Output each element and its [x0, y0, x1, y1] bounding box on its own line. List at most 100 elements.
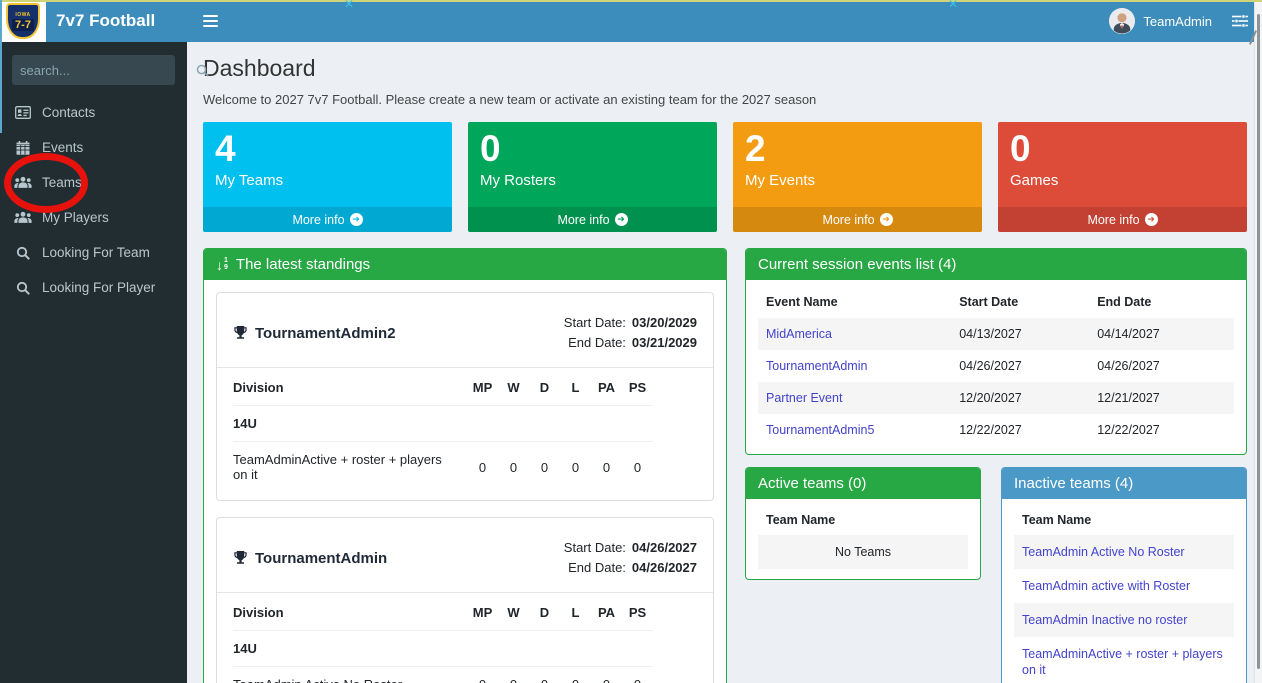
more-info-link[interactable]: More info ➜ [468, 207, 717, 232]
tournament-card-header: TournamentAdmin2 Start Date:03/20/2029 E… [217, 293, 713, 368]
annotation-top-line [0, 0, 1262, 2]
col-d: D [529, 380, 560, 395]
event-row: Partner Event 12/20/2027 12/21/2027 [758, 382, 1234, 414]
more-info-label: More info [1087, 213, 1139, 227]
event-row: TournamentAdmin 04/26/2027 04/26/2027 [758, 350, 1234, 382]
col-division: Division [233, 605, 467, 620]
content: Dashboard Welcome to 2027 7v7 Football. … [187, 42, 1262, 683]
col-d: D [529, 605, 560, 620]
col-end-date: End Date [1097, 295, 1226, 309]
stat-cell: 0 [467, 677, 498, 683]
start-date-value: 03/20/2029 [632, 313, 697, 333]
stat-cell: 0 [560, 460, 591, 475]
control-sidebar-toggle-icon[interactable] [1232, 14, 1248, 28]
inactive-teams-title: Inactive teams (4) [1014, 475, 1133, 492]
inactive-teams-table: Team Name TeamAdmin Active No Roster Tea… [1002, 499, 1246, 683]
team-row: TeamAdmin Active No Roster [1014, 535, 1234, 569]
search-icon [14, 246, 32, 260]
more-info-label: More info [292, 213, 344, 227]
event-row: TournamentAdmin5 12/22/2027 12/22/2027 [758, 414, 1234, 446]
tournament-name-label: TournamentAdmin2 [255, 325, 396, 342]
stat-card-my-teams: 4 My Teams More info➜ [203, 122, 452, 232]
inactive-teams-panel: Inactive teams (4) Team Name TeamAdmin A… [1001, 467, 1247, 683]
page-scrollbar[interactable] [1254, 0, 1262, 683]
event-start-date: 12/20/2027 [959, 391, 1097, 405]
sidebar-item-contacts[interactable]: Contacts [0, 95, 187, 130]
col-ps: PS [622, 380, 653, 395]
annotation-left-line [0, 0, 2, 133]
tournament-name: TournamentAdmin [233, 550, 387, 567]
stat-value: 0 [998, 122, 1247, 170]
event-end-date: 04/26/2027 [1097, 359, 1226, 373]
col-pa: PA [591, 605, 622, 620]
search-input[interactable] [20, 63, 196, 78]
end-date-value: 03/21/2029 [632, 333, 697, 353]
main-area: TeamAdmin Dashboard Welcome to 2027 7v7 … [187, 0, 1262, 683]
event-link[interactable]: TournamentAdmin [766, 359, 959, 373]
standings-panel-header: ↓19 The latest standings [204, 249, 726, 280]
event-start-date: 12/22/2027 [959, 423, 1097, 437]
app-logo[interactable]: IOWA 7-7 7v7 Football [0, 0, 187, 42]
arrow-circle-right-icon: ➜ [350, 213, 363, 226]
events-panel-title: Current session events list (4) [758, 256, 956, 273]
trophy-icon [233, 326, 248, 340]
team-row: TeamAdmin active with Roster [1014, 569, 1234, 603]
event-row: MidAmerica 04/13/2027 04/14/2027 [758, 318, 1234, 350]
stat-value: 2 [733, 122, 982, 170]
standings-table: Division MP W D L PA PS [217, 368, 713, 500]
contacts-icon [14, 106, 32, 119]
arrow-circle-right-icon: ➜ [1145, 213, 1158, 226]
scrollbar-thumb[interactable] [1257, 14, 1260, 669]
event-link[interactable]: MidAmerica [766, 327, 959, 341]
stat-card-my-events: 2 My Events More info➜ [733, 122, 982, 232]
standings-table: Division MP W D L PA PS [217, 593, 713, 683]
search-icon[interactable] [196, 64, 209, 77]
standings-panel: ↓19 The latest standings TournamentAdmin… [203, 248, 727, 683]
team-row: TeamAdminActive + roster + players on it… [233, 442, 653, 492]
division-row: 14U [233, 631, 653, 667]
sidebar-item-label: Looking For Team [42, 245, 150, 260]
stat-cell: 0 [529, 460, 560, 475]
division-label: 14U [233, 416, 653, 431]
event-end-date: 12/21/2027 [1097, 391, 1226, 405]
team-link[interactable]: TeamAdmin Active No Roster [1022, 545, 1185, 559]
more-info-label: More info [822, 213, 874, 227]
event-link[interactable]: TournamentAdmin5 [766, 423, 959, 437]
annotation-red-circle [4, 153, 88, 213]
tournament-name-label: TournamentAdmin [255, 550, 387, 567]
user-menu[interactable]: TeamAdmin [1109, 8, 1212, 34]
more-info-link[interactable]: More info ➜ [203, 207, 452, 232]
events-table-header: Event Name Start Date End Date [758, 286, 1234, 318]
team-link[interactable]: TeamAdminActive + roster + players on it [1022, 647, 1223, 677]
users-icon [14, 211, 32, 224]
tournament-card: TournamentAdmin Start Date:04/26/2027 En… [216, 517, 714, 683]
event-link[interactable]: Partner Event [766, 391, 959, 405]
stat-label: Games [998, 170, 1247, 189]
team-link[interactable]: TeamAdmin active with Roster [1022, 579, 1190, 593]
more-info-link[interactable]: More info ➜ [733, 207, 982, 232]
sidebar-item-looking-for-player[interactable]: Looking For Player [0, 270, 187, 305]
sidebar-toggle-button[interactable] [199, 11, 222, 31]
more-info-label: More info [557, 213, 609, 227]
arrow-circle-right-icon: ➜ [615, 213, 628, 226]
stat-value: 4 [203, 122, 452, 170]
active-teams-table: Team Name No Teams [746, 499, 980, 579]
avatar [1109, 8, 1135, 34]
col-team-name: Team Name [758, 505, 968, 535]
team-link[interactable]: TeamAdmin Inactive no roster [1022, 613, 1187, 627]
col-w: W [498, 380, 529, 395]
arrow-circle-right-icon: ➜ [880, 213, 893, 226]
event-end-date: 04/14/2027 [1097, 327, 1226, 341]
crest-text-mid: 7-7 [12, 19, 34, 31]
stat-cell: 0 [591, 460, 622, 475]
trophy-icon [233, 551, 248, 565]
col-pa: PA [591, 380, 622, 395]
annotation-handle-icon: ✕ [344, 0, 354, 11]
stat-cell: 0 [498, 677, 529, 683]
right-column: Current session events list (4) Event Na… [745, 248, 1247, 683]
sidebar-item-looking-for-team[interactable]: Looking For Team [0, 235, 187, 270]
events-panel-header: Current session events list (4) [746, 249, 1246, 280]
app-title: 7v7 Football [56, 11, 155, 31]
more-info-link[interactable]: More info ➜ [998, 207, 1247, 232]
sidebar-search [12, 55, 175, 85]
